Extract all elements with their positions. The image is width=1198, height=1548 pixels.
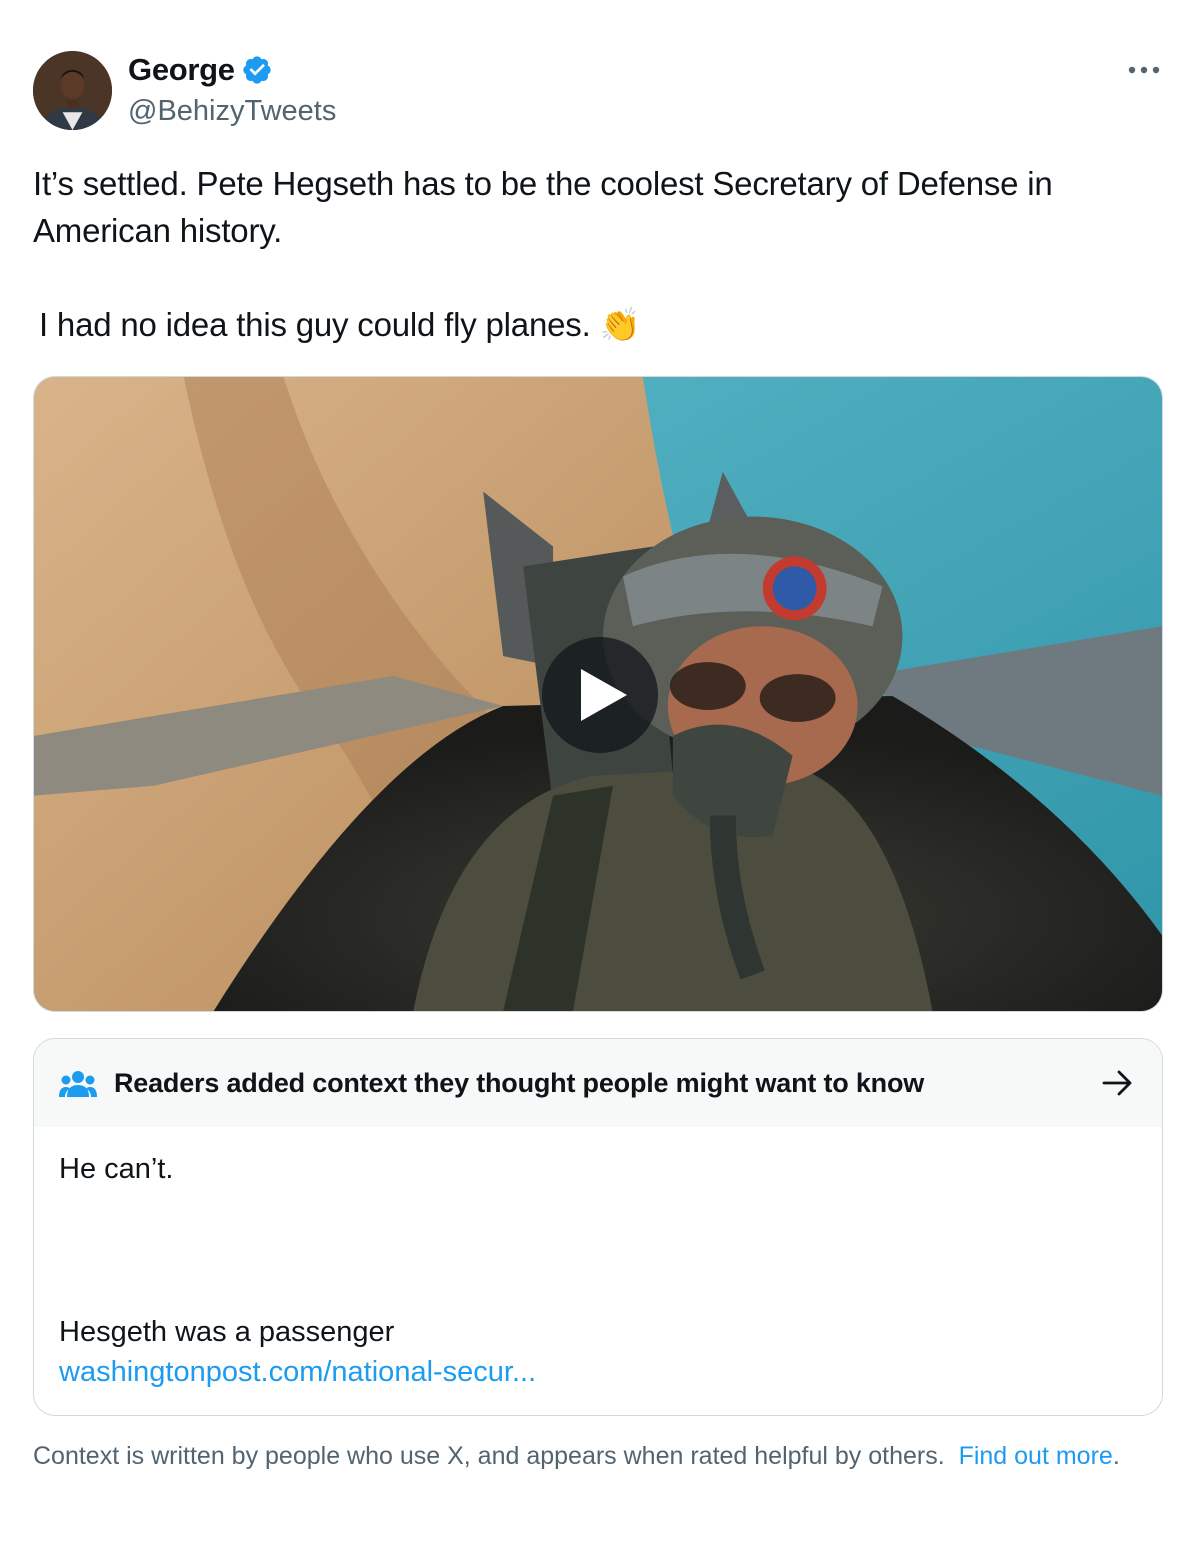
find-out-more-link[interactable]: Find out more: [959, 1442, 1113, 1470]
author-handle[interactable]: @BehizyTweets: [128, 95, 336, 128]
verified-badge-icon: [243, 56, 271, 84]
community-note-title: Readers added context they thought peopl…: [114, 1067, 925, 1098]
tweet-text-paragraph-1: It’s settled. Pete Hegseth has to be the…: [33, 165, 1053, 249]
footer-period: .: [1112, 1442, 1120, 1470]
community-note-line-2: Hesgeth was a passenger: [59, 1316, 395, 1348]
people-icon: [59, 1071, 97, 1097]
tweet: George @BehizyTweets It’s settled. Pete …: [0, 0, 1198, 1548]
avatar[interactable]: [33, 51, 112, 130]
community-note-source-link[interactable]: washingtonpost.com/national-secur...: [59, 1356, 536, 1389]
tweet-text-paragraph-2: I had no idea this guy could fly planes.…: [39, 306, 641, 343]
tweet-text: It’s settled. Pete Hegseth has to be the…: [33, 160, 1153, 348]
play-icon: [581, 669, 627, 721]
community-note-line-1: He can’t.: [59, 1153, 174, 1185]
community-note: Readers added context they thought peopl…: [33, 1038, 1163, 1416]
arrow-right-icon[interactable]: [1102, 1069, 1134, 1097]
community-note-header[interactable]: Readers added context they thought peopl…: [34, 1039, 1162, 1127]
play-button[interactable]: [542, 637, 658, 753]
footer-text: Context is written by people who use X, …: [33, 1442, 945, 1470]
video-media[interactable]: [33, 376, 1163, 1012]
community-note-footer: Context is written by people who use X, …: [33, 1440, 1143, 1473]
more-options-icon[interactable]: [1126, 58, 1162, 82]
author-name-row: George: [128, 52, 273, 88]
display-name[interactable]: George: [128, 52, 235, 88]
